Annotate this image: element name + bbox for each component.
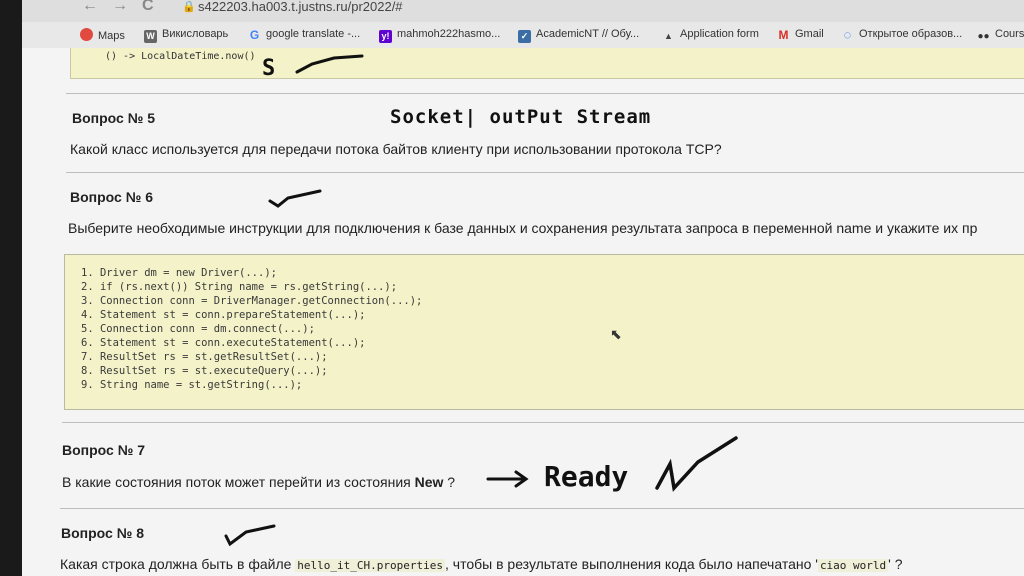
gmail-icon: M xyxy=(778,28,789,42)
bookmark-wiktionary[interactable]: W Викисловарь xyxy=(144,28,228,43)
address-bar[interactable]: s422203.ha003.t.justns.ru/pr2022/# xyxy=(198,0,403,14)
wiki-icon: W xyxy=(144,30,157,43)
arrow-icon xyxy=(486,470,529,488)
bookmark-courses[interactable]: ●● Cours xyxy=(977,28,1024,43)
bookmark-yahoo[interactable]: y! mahmoh222hasmo... xyxy=(379,28,500,43)
browser-toolbar: ← → C 🔒 s422203.ha003.t.justns.ru/pr2022… xyxy=(22,0,1024,22)
bookmark-application-form[interactable]: ▲ Application form xyxy=(662,28,759,43)
bookmark-open-education[interactable]: ◌ Открытое образов... xyxy=(841,27,963,42)
bookmark-label: Maps xyxy=(98,30,125,42)
forward-button[interactable]: → xyxy=(112,0,128,15)
lock-icon: 🔒 xyxy=(182,1,196,13)
bookmark-label: google translate -... xyxy=(266,28,361,40)
bookmarks-bar: Maps W Викисловарь Ggoogle translate -...… xyxy=(22,22,1024,49)
bookmark-maps[interactable]: Maps xyxy=(80,28,125,42)
map-pin-icon xyxy=(80,28,93,41)
handwritten-marks xyxy=(224,54,738,547)
browser-screen: ← → C 🔒 s422203.ha003.t.justns.ru/pr2022… xyxy=(22,0,1024,576)
bookmark-label: Application form xyxy=(680,28,759,40)
yahoo-icon: y! xyxy=(379,30,392,43)
circle-icon: ◌ xyxy=(843,27,852,42)
bookmark-label: Открытое образов... xyxy=(859,28,963,40)
bookmark-label: Cours xyxy=(995,28,1024,40)
bookmark-label: Gmail xyxy=(795,28,824,40)
test-page: () -> LocalDateTime.now() Вопрос № 5 Как… xyxy=(22,48,1024,576)
triangle-icon: ▲ xyxy=(664,31,673,41)
reload-button[interactable]: C xyxy=(142,0,154,15)
bookmark-label: AcademicNT // Обу... xyxy=(536,28,640,40)
bookmark-academicnt[interactable]: ✓ AcademicNT // Обу... xyxy=(518,28,639,43)
bookmark-label: mahmoh222hasmo... xyxy=(397,28,501,40)
checkmark-icon xyxy=(655,436,738,492)
bookmark-label: Викисловарь xyxy=(162,28,229,40)
dots-icon: ●● xyxy=(977,31,990,42)
academic-icon: ✓ xyxy=(518,30,531,43)
checkmark-icon xyxy=(224,524,276,547)
google-icon: G xyxy=(249,28,260,42)
checkmark-icon xyxy=(295,54,364,74)
bookmark-gmail[interactable]: M Gmail xyxy=(777,28,824,42)
back-button[interactable]: ← xyxy=(82,0,98,15)
checkmark-icon xyxy=(268,189,322,208)
bookmark-google-translate[interactable]: Ggoogle translate -... xyxy=(248,28,360,42)
